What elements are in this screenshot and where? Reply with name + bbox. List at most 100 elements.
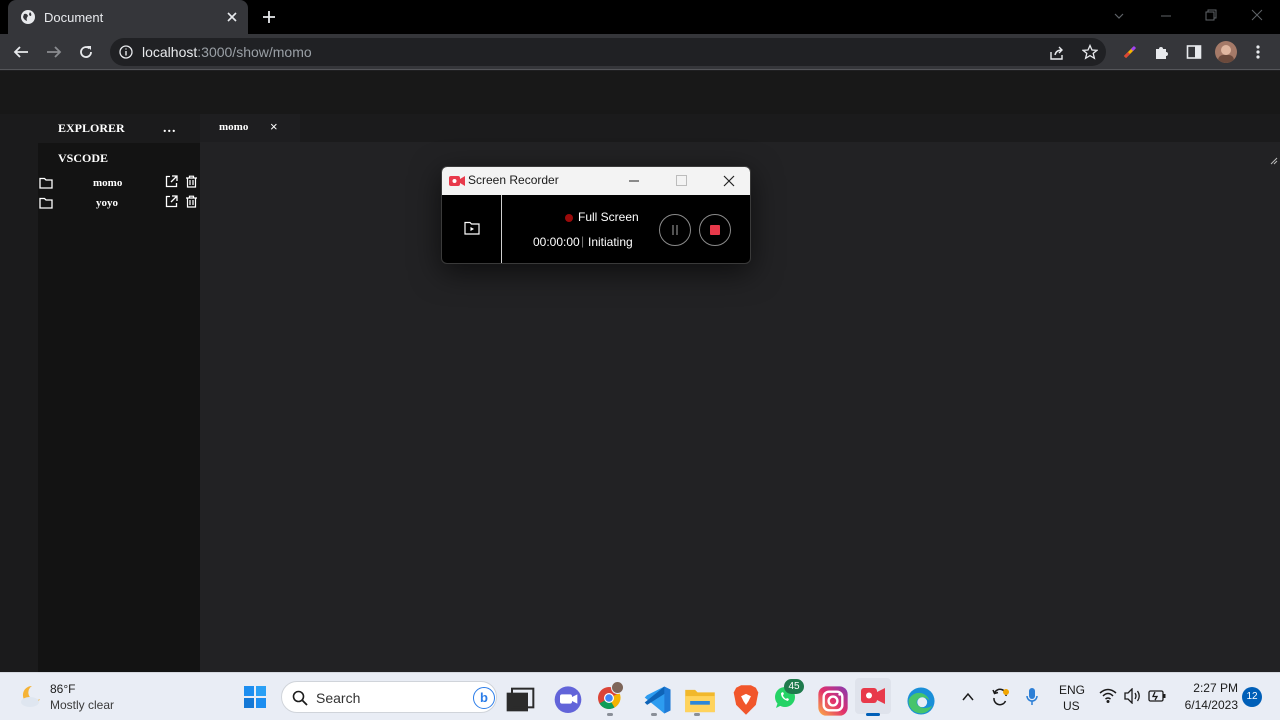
recorder-camera-icon [449,176,465,186]
globe-icon [21,10,35,24]
weather-temp: 86°F [50,682,76,696]
folder-icon [39,197,53,209]
tab-search-chevron-icon[interactable] [1113,10,1125,22]
notification-count-badge[interactable]: 12 [1242,687,1262,707]
browser-tab-title: Document [44,10,104,25]
browser-tab-strip: Document [0,0,1280,34]
stop-button[interactable] [699,214,731,246]
browser-tab[interactable]: Document [8,0,248,34]
back-arrow-icon[interactable] [13,44,29,60]
info-icon[interactable] [119,45,133,59]
clock-date: 6/14/2023 [1184,698,1238,712]
microphone-icon[interactable] [1026,687,1038,707]
url-text: localhost:3000/show/momo [142,44,312,60]
recorder-titlebar: Screen Recorder [442,167,750,195]
bookmark-star-icon[interactable] [1082,44,1098,60]
editor-tab[interactable] [200,114,300,142]
recorder-separator: | [581,234,585,248]
trash-icon[interactable] [185,195,198,208]
open-external-icon[interactable] [165,195,178,208]
folder-video-icon[interactable] [464,221,480,235]
windows-start-icon[interactable] [244,686,266,708]
explorer-more-button[interactable]: ... [163,121,177,137]
search-icon [292,690,308,706]
page-top-bar [0,71,1280,114]
recorder-timer: 00:00:00 [533,235,580,249]
instagram-icon[interactable] [817,685,849,717]
language-bottom: US [1063,699,1080,713]
recorder-minimize-icon[interactable] [629,176,639,186]
close-tab-icon[interactable] [226,11,238,23]
resize-handle-icon[interactable] [1270,157,1278,165]
window-close-icon[interactable] [1251,9,1263,21]
recorder-status: Initiating [588,235,633,249]
stop-icon [710,225,720,235]
share-icon[interactable] [1049,45,1065,61]
moon-cloud-icon [21,685,40,707]
recording-indicator-dot [565,214,573,222]
vscode-icon[interactable] [641,684,673,716]
activity-strip [0,114,38,672]
bing-icon[interactable]: b [473,687,495,709]
recorder-camera-icon [861,688,885,704]
screen-recorder-taskbar-button[interactable] [855,678,891,714]
reload-icon[interactable] [78,44,94,60]
open-external-icon[interactable] [165,175,178,188]
sync-icon[interactable] [990,687,1010,707]
pause-button[interactable] [659,214,691,246]
folder-icon [39,177,53,189]
clock-time: 2:27 PM [1193,681,1238,695]
whatsapp-taskbar-icon[interactable]: 45 [772,679,804,713]
browser-menu-icon[interactable] [1252,44,1264,60]
chrome-running-dot [607,713,613,716]
extensions-puzzle-icon[interactable] [1154,44,1170,60]
clock[interactable]: 2:27 PM 6/14/2023 [1176,680,1238,714]
search-placeholder: Search [316,690,361,706]
browser-toolbar: localhost:3000/show/momo [0,34,1280,70]
battery-icon[interactable] [1148,689,1166,703]
wifi-icon[interactable] [1099,688,1117,704]
language-indicator[interactable]: ENG US [1056,681,1086,713]
profile-avatar[interactable] [1215,41,1237,63]
recorder-mode-label: Full Screen [578,210,639,224]
whatsapp-badge: 45 [784,679,804,694]
extension-pen-icon[interactable] [1122,44,1138,60]
explorer-item-yoyo[interactable]: yoyo [38,194,200,214]
explorer-running-dot [694,713,700,716]
taskbar-search-box[interactable]: Search b [281,681,497,713]
chrome-profile-badge [611,681,624,694]
explorer-item-momo[interactable]: momo [38,174,200,194]
brave-browser-icon[interactable] [730,684,762,716]
taskbar: 86°F Mostly clear Search b 45 ENG US 2:2… [0,672,1280,720]
recorder-maximize-icon [676,175,687,186]
chrome-taskbar-icon[interactable] [596,681,624,711]
explorer-title: EXPLORER [58,121,125,135]
tray-chevron-up-icon[interactable] [961,690,975,704]
explorer-item-label: momo [93,177,123,189]
side-panel-icon[interactable] [1186,44,1202,60]
file-explorer-icon[interactable] [684,685,716,717]
recorder-divider [501,195,502,263]
screen-recorder-window: Screen Recorder Full Screen 00:00:00 | I… [441,166,751,264]
forward-arrow-icon[interactable] [46,44,62,60]
recorder-title: Screen Recorder [468,173,559,187]
window-minimize-icon[interactable] [1160,10,1172,22]
trash-icon[interactable] [185,175,198,188]
recorder-active-indicator [866,713,880,716]
weather-widget[interactable]: 86°F Mostly clear [14,679,134,715]
explorer-section-title: VSCODE [58,151,109,165]
url-host: localhost [142,44,198,60]
language-top: ENG [1059,683,1086,697]
editor-tab-label: momo [219,121,249,133]
pause-icon [672,225,678,235]
edge-icon[interactable] [905,685,937,717]
recorder-close-icon[interactable] [723,175,735,187]
address-bar[interactable]: localhost:3000/show/momo [110,38,1106,66]
window-restore-icon[interactable] [1205,9,1217,21]
new-tab-icon[interactable] [262,10,276,24]
explorer-item-label: yoyo [96,197,118,209]
teams-chat-icon[interactable] [552,685,584,717]
volume-icon[interactable] [1124,688,1142,704]
task-view-icon[interactable] [504,686,536,718]
editor-tab-close-button[interactable]: × [270,119,278,134]
